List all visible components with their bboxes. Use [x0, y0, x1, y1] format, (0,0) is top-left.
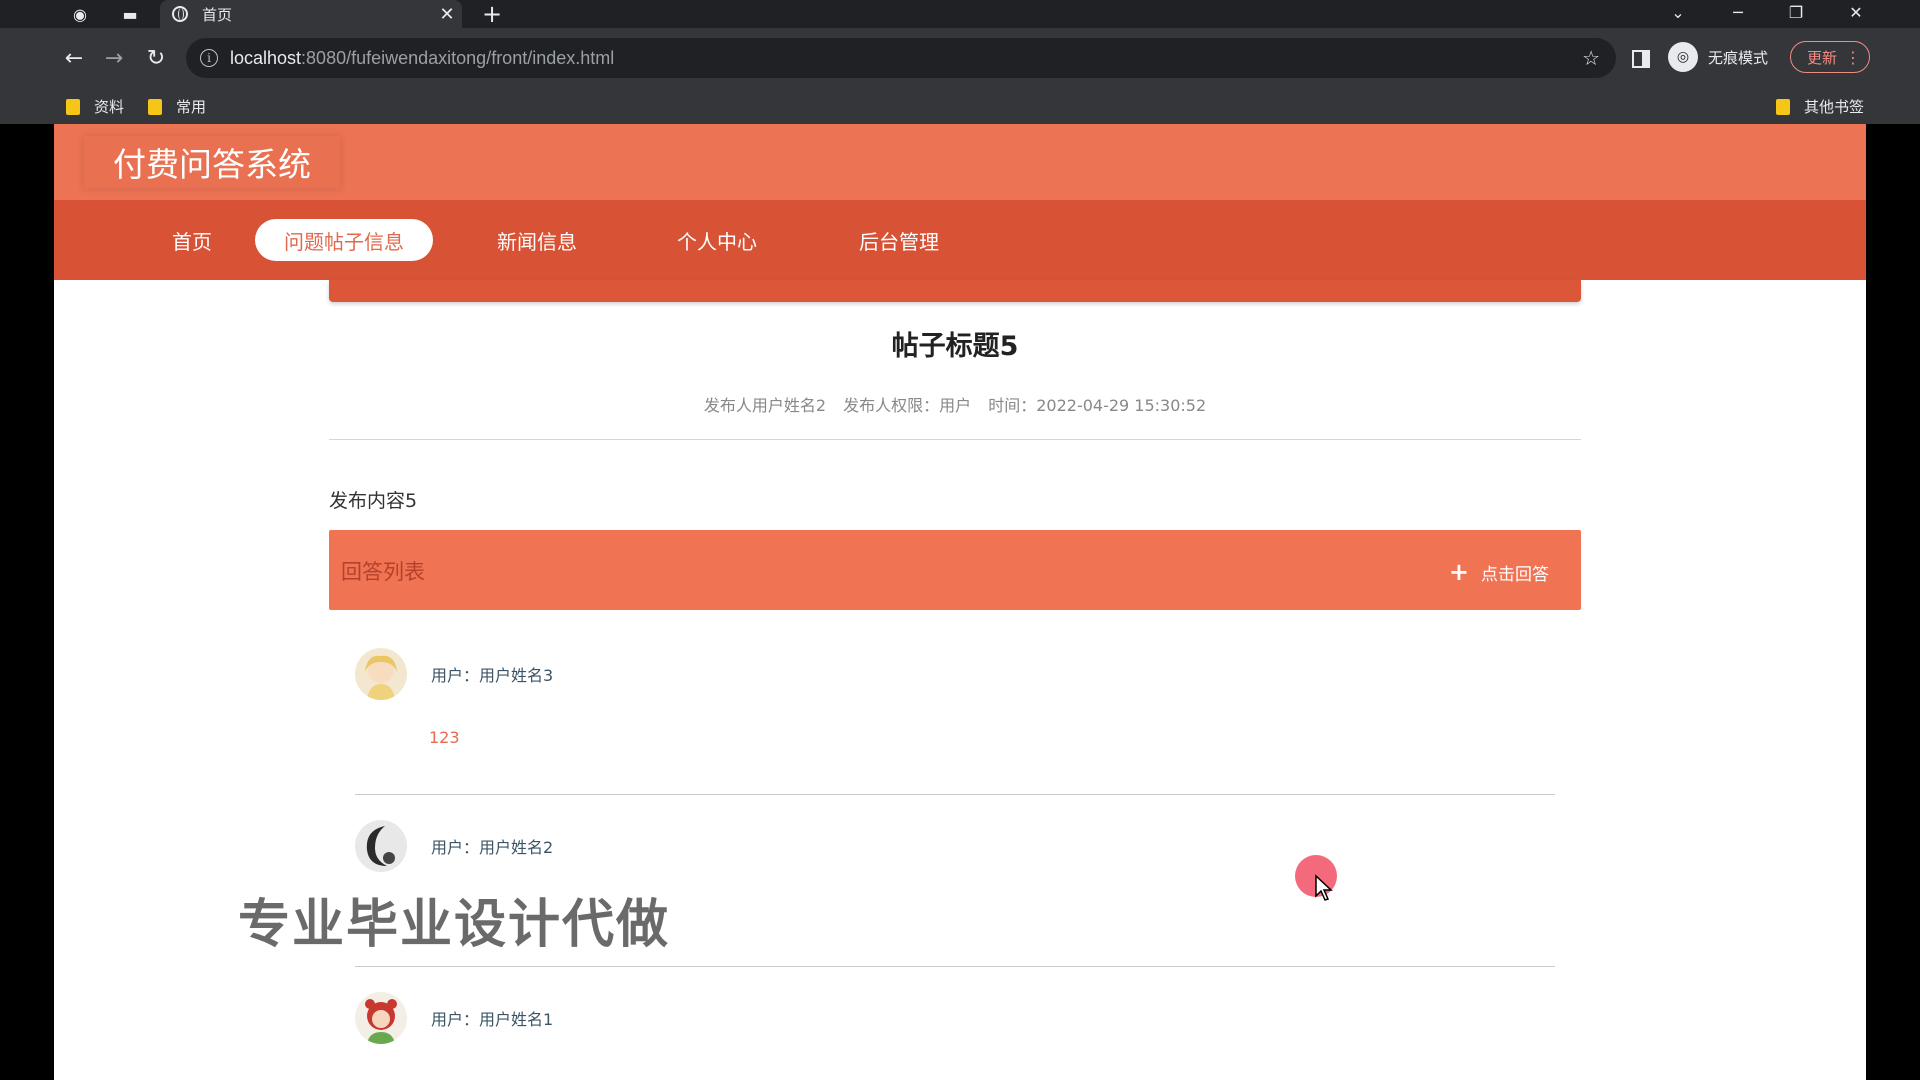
add-answer-label: 点击回答 [1481, 564, 1549, 585]
post-content: 发布内容5 [329, 490, 418, 512]
browser-tab-home[interactable]: 首页 ✕ [160, 0, 462, 28]
answer-user: 用户：用户姓名2 [431, 838, 554, 857]
answer-user: 用户：用户姓名1 [431, 1010, 554, 1029]
side-panel-icon[interactable] [1632, 50, 1650, 68]
tab-strip: ◉ ▬ 首页 ✕ + ⌄ ─ ❐ ✕ [0, 0, 1920, 28]
menu-item-news[interactable]: 新闻信息 [472, 219, 602, 261]
menu-item-home[interactable]: 首页 [140, 219, 244, 261]
site-title: 付费问答系统 [84, 136, 340, 188]
plus-icon: + [1448, 558, 1469, 586]
close-tab-icon[interactable]: ✕ [432, 4, 462, 25]
site-info-icon[interactable]: i [200, 49, 218, 67]
menu-item-question-posts[interactable]: 问题帖子信息 [255, 219, 433, 261]
bookmark-folder-changyong[interactable]: 常用 [148, 96, 206, 117]
incognito-indicator[interactable]: ◎ 无痕模式 [1668, 42, 1768, 72]
section-banner [329, 280, 1581, 302]
answer-item: 用户：用户姓名1 [355, 992, 1555, 1080]
browser-toolbar: ← → ↻ i localhost:8080/fufeiwendaxitong/… [0, 28, 1920, 88]
add-answer-button[interactable]: + 点击回答 [1449, 558, 1549, 586]
bookmark-folder-ziliao[interactable]: 资料 [66, 96, 124, 117]
menu-item-admin[interactable]: 后台管理 [834, 219, 964, 261]
answer-divider [355, 794, 1555, 795]
restore-button[interactable]: ❐ [1776, 0, 1816, 24]
folder-icon [66, 98, 80, 115]
folder-icon [148, 98, 162, 115]
new-tab-button[interactable]: + [478, 0, 506, 28]
post-time: 时间：2022-04-29 15:30:52 [988, 396, 1207, 415]
user-avatar[interactable] [355, 992, 407, 1044]
tab-title: 首页 [202, 5, 233, 24]
incognito-icon: ◎ [1668, 42, 1698, 72]
folder-icon [1776, 98, 1790, 115]
mouse-cursor-icon [1314, 874, 1334, 906]
more-vert-icon: ⋮ [1845, 47, 1861, 67]
tab-window-icon[interactable]: ▬ [116, 2, 144, 26]
web-page: 付费问答系统 首页 问题帖子信息 新闻信息 个人中心 后台管理 帖子标题5 发布… [54, 124, 1866, 1080]
bookmarks-bar: 资料 常用 其他书签 [0, 88, 1920, 124]
address-bar[interactable]: i localhost:8080/fufeiwendaxitong/front/… [186, 38, 1616, 78]
site-header: 付费问答系统 [54, 124, 1866, 200]
url-text: localhost:8080/fufeiwendaxitong/front/in… [230, 47, 615, 68]
browser-chrome: ◉ ▬ 首页 ✕ + ⌄ ─ ❐ ✕ ← → ↻ i localhost:808… [0, 0, 1920, 124]
reload-icon[interactable]: ↻ [140, 42, 172, 74]
forward-arrow-icon[interactable]: → [98, 42, 130, 74]
bookmark-star-icon[interactable]: ☆ [1582, 46, 1600, 70]
answer-divider [355, 966, 1555, 967]
answer-item: 用户：用户姓名3 123 [355, 648, 1555, 758]
tab-list-chevron-icon[interactable]: ⌄ [1658, 0, 1698, 24]
answer-list-header: 回答列表 + 点击回答 [329, 530, 1581, 610]
post-title: 帖子标题5 [891, 331, 1019, 362]
post-role: 发布人权限：用户 [843, 396, 972, 415]
back-arrow-icon[interactable]: ← [58, 42, 90, 74]
user-avatar[interactable] [355, 648, 407, 700]
globe-icon [172, 6, 188, 22]
answer-list-title: 回答列表 [341, 560, 425, 584]
bookmark-folder-other[interactable]: 其他书签 [1776, 96, 1864, 117]
watermark-overlay: 专业毕业设计代做 [238, 895, 671, 955]
divider [329, 439, 1581, 440]
window-close-button[interactable]: ✕ [1836, 0, 1876, 24]
update-label: 更新 [1807, 48, 1838, 67]
incognito-label: 无痕模式 [1708, 48, 1769, 67]
menu-item-personal-center[interactable]: 个人中心 [652, 219, 782, 261]
answer-user: 用户：用户姓名3 [431, 666, 554, 685]
post-author: 发布人用户姓名2 [703, 396, 827, 415]
answer-text: 123 [429, 728, 460, 747]
post-meta: 发布人用户姓名2 发布人权限：用户 时间：2022-04-29 15:30:52 [329, 392, 1581, 416]
tab-search-icon[interactable]: ◉ [66, 2, 94, 26]
user-avatar[interactable] [355, 820, 407, 872]
update-button[interactable]: 更新 ⋮ [1790, 41, 1870, 73]
main-menu: 首页 问题帖子信息 新闻信息 个人中心 后台管理 [54, 200, 1866, 280]
minimize-button[interactable]: ─ [1718, 0, 1758, 24]
